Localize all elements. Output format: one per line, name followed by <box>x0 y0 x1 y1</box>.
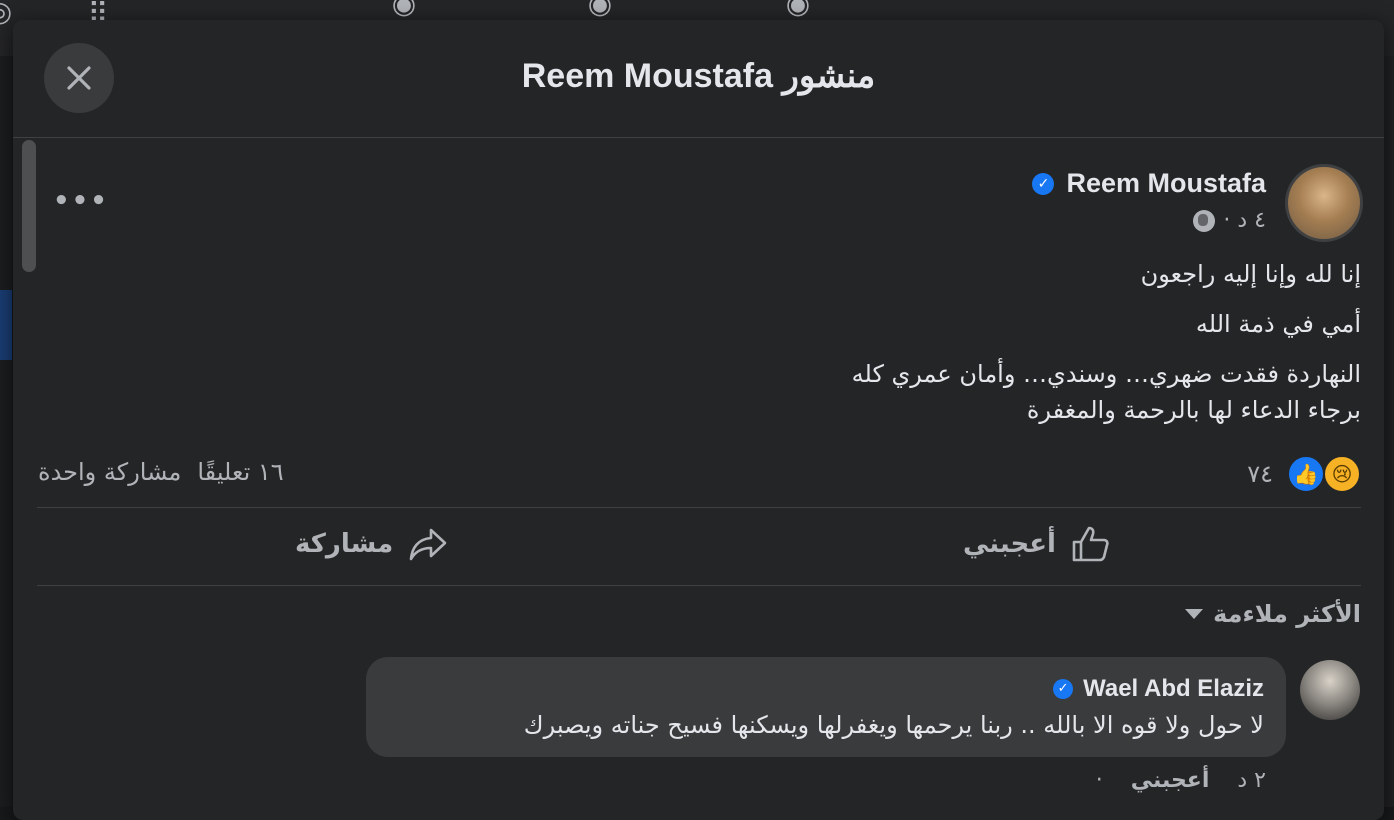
author-avatar[interactable] <box>1285 164 1363 242</box>
comment-avatar[interactable] <box>1300 660 1360 720</box>
post-body: إنا لله وإنا إليه راجعون أمي في ذمة الله… <box>461 256 1361 428</box>
dialog-title: منشور Reem Moustafa <box>521 57 876 95</box>
background-left-panel <box>0 56 12 807</box>
post-line: إنا لله وإنا إليه راجعون <box>1140 260 1361 288</box>
separator-dot: · <box>1095 768 1103 793</box>
comments-count[interactable]: ١٦ تعليقًا <box>197 458 283 486</box>
post-line: النهاردة فقدت ضهري… وسندي… وأمان عمري كل… <box>851 360 1361 388</box>
like-reaction-icon: 👍 <box>1287 455 1325 493</box>
author-row: ✓ Reem Moustafa <box>1032 168 1266 199</box>
comment-sort-dropdown[interactable]: الأكثر ملاءمة <box>1185 600 1361 628</box>
post-time[interactable]: ٤ د · <box>1223 208 1266 233</box>
comment-author[interactable]: Wael Abd Elaziz <box>1083 675 1264 703</box>
shares-count[interactable]: مشاركة واحدة <box>38 458 181 486</box>
reactions-summary[interactable]: ٧٤ 👍 😢 <box>1247 455 1361 493</box>
share-button[interactable]: مشاركة <box>295 524 449 564</box>
like-label: أعجبني <box>963 529 1056 559</box>
scrollbar[interactable] <box>22 140 36 272</box>
post-line: أمي في ذمة الله <box>1195 310 1361 338</box>
reaction-count: ٧٤ <box>1247 460 1273 488</box>
globe-icon[interactable] <box>1193 209 1216 232</box>
sort-label: الأكثر ملاءمة <box>1213 600 1361 628</box>
comment-author-row: ✓ Wael Abd Elaziz <box>1053 675 1264 703</box>
comment-time[interactable]: ٢ د <box>1237 768 1266 793</box>
divider <box>37 507 1361 508</box>
background-left-highlight <box>0 290 12 360</box>
comment-text: لا حول ولا قوه الا بالله .. ربنا يرحمها … <box>523 711 1264 739</box>
comment-bubble: ✓ Wael Abd Elaziz لا حول ولا قوه الا بال… <box>366 657 1286 757</box>
post-meta: ٤ د · <box>1193 208 1266 233</box>
verified-badge-icon: ✓ <box>1032 172 1055 195</box>
more-options-icon[interactable]: ••• <box>53 186 109 216</box>
sad-reaction-icon: 😢 <box>1323 455 1361 493</box>
post-line: برجاء الدعاء لها بالرحمة والمغفرة <box>1026 396 1361 424</box>
author-name[interactable]: Reem Moustafa <box>1066 168 1266 199</box>
thumbs-up-icon <box>1072 526 1109 562</box>
verified-badge-icon: ✓ <box>1053 679 1074 699</box>
caret-down-icon <box>1185 609 1204 619</box>
comment-meta: ٢ د أعجبني · <box>1096 768 1266 793</box>
dialog-header: منشور Reem Moustafa <box>13 20 1384 138</box>
like-button[interactable]: أعجبني <box>963 524 1112 564</box>
post-dialog: منشور Reem Moustafa ••• ✓ Reem Moustafa … <box>13 20 1384 820</box>
engagement-stats: ١٦ تعليقًا مشاركة واحدة <box>38 458 284 486</box>
share-label: مشاركة <box>295 529 394 559</box>
divider <box>37 585 1361 586</box>
share-arrow-icon <box>409 528 447 561</box>
comment-like-button[interactable]: أعجبني <box>1131 768 1210 793</box>
